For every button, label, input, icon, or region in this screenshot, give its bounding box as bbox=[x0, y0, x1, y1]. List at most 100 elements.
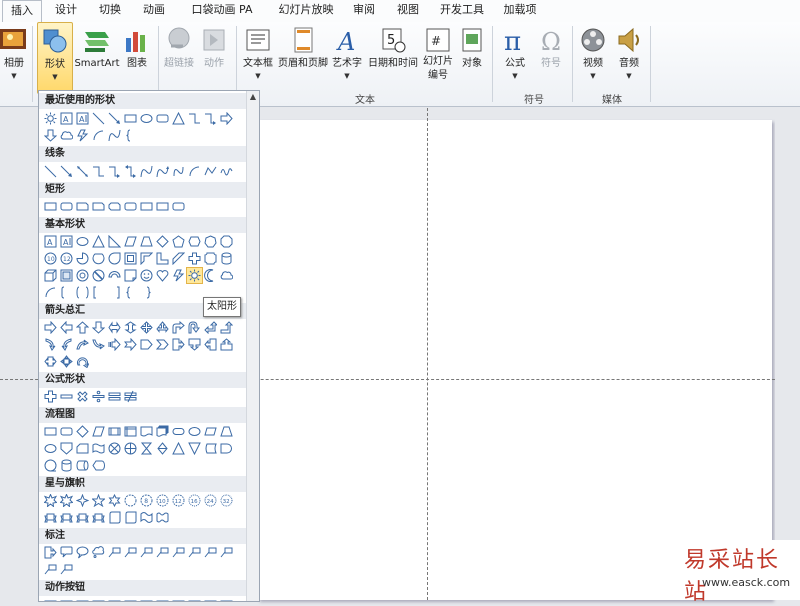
shape-uarrow-icon[interactable] bbox=[75, 320, 90, 335]
tab-animations[interactable]: 动画 bbox=[136, 0, 172, 22]
shape-curvedr-icon[interactable] bbox=[43, 337, 58, 352]
shape-oval-icon[interactable] bbox=[75, 234, 90, 249]
shape-rcallout-icon[interactable] bbox=[43, 545, 58, 560]
shape-uturn-icon[interactable] bbox=[187, 320, 202, 335]
shape-sumjunction-icon[interactable] bbox=[107, 441, 122, 456]
shape-decagon-icon[interactable]: 10 bbox=[43, 251, 58, 266]
audio-button[interactable]: 音频 ▼ bbox=[612, 22, 646, 92]
tab-design[interactable]: 设计 bbox=[48, 0, 84, 22]
shape-textbox2-icon[interactable]: A bbox=[59, 234, 74, 249]
shape-quadcallout-icon[interactable] bbox=[59, 354, 74, 369]
vertical-guide[interactable] bbox=[427, 108, 428, 600]
vertical-scrollbar[interactable] bbox=[775, 108, 800, 600]
shape-rbrace-icon[interactable] bbox=[139, 285, 154, 300]
header-footer-button[interactable]: 页眉和页脚 bbox=[276, 22, 330, 92]
shape-multidoc-icon[interactable] bbox=[155, 424, 170, 439]
shape-rbracket-icon[interactable] bbox=[107, 285, 122, 300]
shape-linecallout-icon[interactable] bbox=[171, 545, 186, 560]
shape-hexagon-icon[interactable] bbox=[187, 234, 202, 249]
shape-nosymbol-icon[interactable] bbox=[91, 268, 106, 283]
wordart-button[interactable]: A 艺术字 ▼ bbox=[330, 22, 364, 92]
shape-star12-icon[interactable]: 12 bbox=[171, 493, 186, 508]
shape-plaque-icon[interactable] bbox=[203, 251, 218, 266]
shape-freeform-icon[interactable] bbox=[203, 164, 218, 179]
tab-review[interactable]: 审阅 bbox=[346, 0, 382, 22]
tab-view[interactable]: 视图 bbox=[390, 0, 426, 22]
shape-pentarrow-icon[interactable] bbox=[139, 337, 154, 352]
shape-moon-icon[interactable] bbox=[203, 268, 218, 283]
shape-delay-icon[interactable] bbox=[219, 441, 234, 456]
shape-pentagon-icon[interactable] bbox=[171, 234, 186, 249]
shape-halfframe-icon[interactable] bbox=[139, 251, 154, 266]
shape-oval-icon[interactable] bbox=[43, 441, 58, 456]
shape-ribbon-icon[interactable] bbox=[91, 510, 106, 525]
shape-roundrect-icon[interactable] bbox=[59, 199, 74, 214]
date-time-button[interactable]: 5 日期和时间 bbox=[366, 22, 420, 92]
shape-predef-icon[interactable] bbox=[107, 424, 122, 439]
shape-donut-icon[interactable] bbox=[75, 268, 90, 283]
shape-brace-icon[interactable] bbox=[123, 128, 138, 143]
shape-scroll-icon[interactable] bbox=[107, 510, 122, 525]
shape-curvedd-icon[interactable] bbox=[91, 337, 106, 352]
shape-card-icon[interactable] bbox=[75, 441, 90, 456]
shape-lshape-icon[interactable] bbox=[155, 251, 170, 266]
shape-merge-icon[interactable] bbox=[187, 441, 202, 456]
shape-punchtape-icon[interactable] bbox=[91, 441, 106, 456]
shape-explosion-icon[interactable] bbox=[59, 493, 74, 508]
shape-triangle-icon[interactable] bbox=[171, 111, 186, 126]
shape-pie-icon[interactable] bbox=[75, 251, 90, 266]
shape-smiley-icon[interactable] bbox=[139, 268, 154, 283]
shape-plus-icon[interactable] bbox=[187, 251, 202, 266]
shape-cube-icon[interactable] bbox=[43, 268, 58, 283]
shape-curve-icon[interactable] bbox=[139, 164, 154, 179]
shape-brace-icon[interactable] bbox=[123, 285, 138, 300]
tab-developer[interactable]: 开发工具 bbox=[434, 0, 490, 22]
shape-display-icon[interactable] bbox=[91, 458, 106, 473]
shape-seqaccess-icon[interactable] bbox=[43, 458, 58, 473]
shape-rect-icon[interactable] bbox=[123, 111, 138, 126]
shape-mult-icon[interactable] bbox=[75, 389, 90, 404]
shape-frame-icon[interactable] bbox=[123, 251, 138, 266]
shape-linecallout-icon[interactable] bbox=[155, 545, 170, 560]
shape-curve-icon[interactable] bbox=[107, 128, 122, 143]
shape-terminator-icon[interactable] bbox=[171, 424, 186, 439]
shape-trap-icon[interactable] bbox=[219, 424, 234, 439]
shape-rect-icon[interactable] bbox=[43, 199, 58, 214]
shape-foldedcorner-icon[interactable] bbox=[123, 268, 138, 283]
shape-minus-icon[interactable] bbox=[59, 389, 74, 404]
slide-canvas[interactable] bbox=[258, 120, 772, 600]
shape-sun-icon[interactable] bbox=[43, 111, 58, 126]
shape-elbow-icon[interactable] bbox=[187, 111, 202, 126]
shape-diagstripe-icon[interactable] bbox=[171, 251, 186, 266]
tab-insert[interactable]: 插入 bbox=[2, 0, 42, 23]
shape-explosion-icon[interactable] bbox=[43, 493, 58, 508]
shape-chord-icon[interactable] bbox=[91, 251, 106, 266]
shape-equal-icon[interactable] bbox=[107, 389, 122, 404]
shape-lrup-icon[interactable] bbox=[155, 320, 170, 335]
shape-trap-icon[interactable] bbox=[139, 234, 154, 249]
scroll-up-icon[interactable]: ▲ bbox=[248, 92, 258, 104]
shape-linecallout-icon[interactable] bbox=[59, 562, 74, 577]
shape-intstore-icon[interactable] bbox=[123, 424, 138, 439]
shape-arc-icon[interactable] bbox=[91, 128, 106, 143]
shape-curve2-icon[interactable] bbox=[155, 164, 170, 179]
shape-rarrow-icon[interactable] bbox=[219, 111, 234, 126]
shape-striped-icon[interactable] bbox=[107, 337, 122, 352]
shape-collate-icon[interactable] bbox=[139, 441, 154, 456]
shape-star5-icon[interactable] bbox=[91, 493, 106, 508]
shape-rcallout-icon[interactable] bbox=[171, 337, 186, 352]
shapes-button[interactable]: 形状 ▼ bbox=[37, 22, 73, 94]
shape-textbox-icon[interactable]: A bbox=[59, 111, 74, 126]
shape-linecallout-icon[interactable] bbox=[187, 545, 202, 560]
shape-rarrow-icon[interactable] bbox=[43, 320, 58, 335]
shape-roundrect-icon[interactable] bbox=[155, 111, 170, 126]
shape-oval-icon[interactable] bbox=[139, 111, 154, 126]
shape-notched-icon[interactable] bbox=[123, 337, 138, 352]
shape-cloudcallout-icon[interactable] bbox=[91, 545, 106, 560]
shape-ribbon-icon[interactable] bbox=[43, 510, 58, 525]
shape-magdisk-icon[interactable] bbox=[59, 458, 74, 473]
shape-octagon-icon[interactable] bbox=[219, 234, 234, 249]
shape-star4-icon[interactable] bbox=[75, 493, 90, 508]
shape-star32-icon[interactable]: 32 bbox=[219, 493, 234, 508]
shape-darrow-icon[interactable] bbox=[91, 320, 106, 335]
